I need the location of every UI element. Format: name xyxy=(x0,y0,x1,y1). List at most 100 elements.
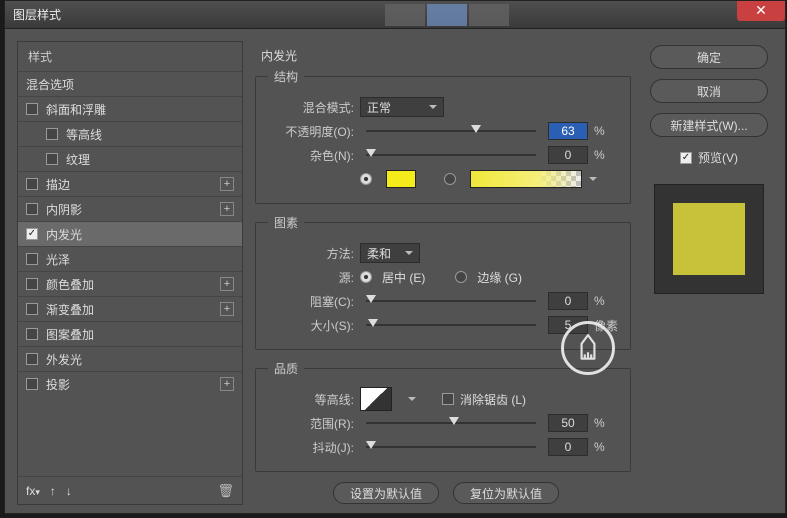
ok-button[interactable]: 确定 xyxy=(650,45,768,69)
effect-label: 投影 xyxy=(46,376,70,393)
jitter-slider[interactable] xyxy=(366,444,536,450)
pct-unit: % xyxy=(594,294,618,308)
source-center-label: 居中 (E) xyxy=(382,269,425,286)
effect-label: 外发光 xyxy=(46,351,82,368)
group-quality: 品质 等高线: 消除锯齿 (L) 范围(R): 50 % 抖动(J): xyxy=(255,360,631,472)
pct-unit: % xyxy=(594,148,618,162)
effect-checkbox[interactable] xyxy=(26,203,38,215)
noise-slider[interactable] xyxy=(366,152,536,158)
effect-row-9[interactable]: 图案叠加 xyxy=(18,321,242,346)
size-label: 大小(S): xyxy=(268,317,354,334)
styles-header[interactable]: 样式 xyxy=(18,42,242,71)
noise-input[interactable]: 0 xyxy=(548,146,588,164)
blend-mode-select[interactable]: 正常 xyxy=(360,97,444,117)
source-edge-radio[interactable] xyxy=(455,271,467,283)
contour-picker[interactable] xyxy=(360,387,392,411)
effect-checkbox[interactable] xyxy=(46,153,58,165)
dialog-window: 图层样式 ✕ 样式 混合选项 斜面和浮雕等高线纹理描边+内阴影+内发光光泽颜色叠… xyxy=(4,0,786,514)
effect-checkbox[interactable] xyxy=(26,303,38,315)
range-input[interactable]: 50 xyxy=(548,414,588,432)
opacity-input[interactable]: 63 xyxy=(548,122,588,140)
add-effect-icon[interactable]: + xyxy=(220,377,234,391)
add-effect-icon[interactable]: + xyxy=(220,177,234,191)
group-structure: 结构 混合模式: 正常 不透明度(O): 63 % 杂色(N): 0 % xyxy=(255,68,631,204)
effect-label: 光泽 xyxy=(46,251,70,268)
effect-row-6[interactable]: 光泽 xyxy=(18,246,242,271)
move-down-icon[interactable]: ↓ xyxy=(66,484,72,498)
chevron-down-icon[interactable] xyxy=(408,397,416,405)
blend-mode-label: 混合模式: xyxy=(268,99,354,116)
opacity-slider[interactable] xyxy=(366,128,536,134)
jitter-input[interactable]: 0 xyxy=(548,438,588,456)
make-default-button[interactable]: 设置为默认值 xyxy=(333,482,439,504)
effect-checkbox[interactable] xyxy=(26,328,38,340)
color-swatch[interactable] xyxy=(386,170,416,188)
effect-row-7[interactable]: 颜色叠加+ xyxy=(18,271,242,296)
styles-list: 样式 混合选项 斜面和浮雕等高线纹理描边+内阴影+内发光光泽颜色叠加+渐变叠加+… xyxy=(17,41,243,505)
right-buttons: 确定 取消 新建样式(W)... 预览(V) xyxy=(645,41,773,505)
effect-row-2[interactable]: 纹理 xyxy=(18,146,242,171)
technique-label: 方法: xyxy=(268,245,354,262)
effect-row-10[interactable]: 外发光 xyxy=(18,346,242,371)
effect-row-5[interactable]: 内发光 xyxy=(18,221,242,246)
styles-footer: fx▾ ↑ ↓ 🗑 xyxy=(18,476,242,504)
choke-label: 阻塞(C): xyxy=(268,293,354,310)
technique-select[interactable]: 柔和 xyxy=(360,243,420,263)
preview-swatch xyxy=(673,203,745,275)
effect-label: 等高线 xyxy=(66,126,102,143)
reset-default-button[interactable]: 复位为默认值 xyxy=(453,482,559,504)
effect-label: 纹理 xyxy=(66,151,90,168)
source-edge-label: 边缘 (G) xyxy=(477,269,522,286)
trash-icon[interactable]: 🗑 xyxy=(217,483,234,499)
blending-options-row[interactable]: 混合选项 xyxy=(18,71,242,96)
range-slider[interactable] xyxy=(366,420,536,426)
move-up-icon[interactable]: ↑ xyxy=(50,484,56,498)
size-input[interactable]: 5 xyxy=(548,316,588,334)
titlebar[interactable]: 图层样式 ✕ xyxy=(5,1,785,29)
close-button[interactable]: ✕ xyxy=(737,1,785,21)
group-elements-legend: 图素 xyxy=(268,214,304,231)
effect-row-1[interactable]: 等高线 xyxy=(18,121,242,146)
group-elements: 图素 方法: 柔和 源: 居中 (E) 边缘 (G) 阻塞(C): 0 xyxy=(255,214,631,350)
color-radio[interactable] xyxy=(360,173,372,185)
settings-panel: 内发光 结构 混合模式: 正常 不透明度(O): 63 % 杂色(N): 0 xyxy=(251,41,637,505)
fx-menu[interactable]: fx▾ xyxy=(26,484,40,498)
contour-label: 等高线: xyxy=(268,391,354,408)
effect-checkbox[interactable] xyxy=(26,178,38,190)
add-effect-icon[interactable]: + xyxy=(220,277,234,291)
effect-checkbox[interactable] xyxy=(26,253,38,265)
effect-row-8[interactable]: 渐变叠加+ xyxy=(18,296,242,321)
preview-checkbox[interactable] xyxy=(680,152,692,164)
effect-checkbox[interactable] xyxy=(26,228,38,240)
group-quality-legend: 品质 xyxy=(268,360,304,377)
gradient-radio[interactable] xyxy=(444,173,456,185)
pct-unit: % xyxy=(594,440,618,454)
effect-checkbox[interactable] xyxy=(26,353,38,365)
choke-input[interactable]: 0 xyxy=(548,292,588,310)
pct-unit: % xyxy=(594,124,618,138)
cancel-button[interactable]: 取消 xyxy=(650,79,768,103)
effect-row-0[interactable]: 斜面和浮雕 xyxy=(18,96,242,121)
effect-checkbox[interactable] xyxy=(46,128,58,140)
size-slider[interactable] xyxy=(366,322,536,328)
effect-row-11[interactable]: 投影 + xyxy=(18,371,242,396)
effect-row-4[interactable]: 内阴影+ xyxy=(18,196,242,221)
source-label: 源: xyxy=(268,269,354,286)
px-unit: 像素 xyxy=(594,317,618,334)
effect-checkbox[interactable] xyxy=(26,103,38,115)
effect-row-3[interactable]: 描边 + xyxy=(18,171,242,196)
add-effect-icon[interactable]: + xyxy=(220,202,234,216)
effect-checkbox[interactable] xyxy=(26,278,38,290)
source-center-radio[interactable] xyxy=(360,271,372,283)
effect-checkbox[interactable] xyxy=(26,378,38,390)
add-effect-icon[interactable]: + xyxy=(220,302,234,316)
preview-box xyxy=(654,184,764,294)
antialias-label: 消除锯齿 (L) xyxy=(460,391,526,408)
gradient-swatch[interactable] xyxy=(470,170,582,188)
new-style-button[interactable]: 新建样式(W)... xyxy=(650,113,768,137)
effect-label: 描边 xyxy=(46,176,70,193)
dialog-body: 样式 混合选项 斜面和浮雕等高线纹理描边+内阴影+内发光光泽颜色叠加+渐变叠加+… xyxy=(5,29,785,513)
choke-slider[interactable] xyxy=(366,298,536,304)
pct-unit: % xyxy=(594,416,618,430)
antialias-checkbox[interactable] xyxy=(442,393,454,405)
